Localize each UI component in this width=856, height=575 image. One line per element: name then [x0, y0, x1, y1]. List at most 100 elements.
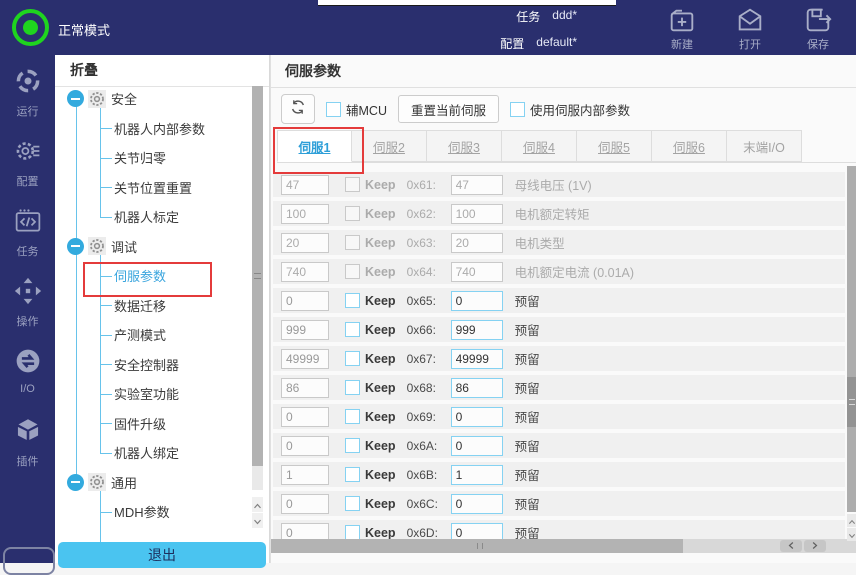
tree-child-row[interactable]: 机器人内部参数	[55, 114, 251, 144]
sidebar-item-run[interactable]: 运行	[0, 67, 55, 137]
tree-child-row[interactable]: 机器人标定	[55, 202, 251, 232]
keep-checkbox[interactable]	[345, 467, 360, 482]
param-value-input-left[interactable]	[281, 436, 329, 456]
tree-child-row[interactable]: 数据迁移	[55, 291, 251, 321]
param-value-input-right[interactable]	[451, 204, 503, 224]
keep-checkbox[interactable]	[345, 177, 360, 192]
param-value-input-left[interactable]	[281, 291, 329, 311]
param-value-input-right[interactable]	[451, 465, 503, 485]
param-value-input-left[interactable]	[281, 175, 329, 195]
tree-child-row[interactable]: 安全控制器	[55, 350, 251, 380]
tab-6[interactable]: 伺服6	[652, 130, 727, 162]
param-value-input-right[interactable]	[451, 407, 503, 427]
tree-child-row[interactable]: 伺服参数	[55, 261, 251, 291]
scroll-down-button[interactable]	[847, 528, 856, 541]
param-value-input-left[interactable]	[281, 320, 329, 340]
param-value-input-left[interactable]	[281, 233, 329, 253]
tree-child-row[interactable]: MDH参数	[55, 497, 251, 527]
param-value-input-left[interactable]	[281, 407, 329, 427]
param-value-input-right[interactable]	[451, 320, 503, 340]
collapse-minus-icon[interactable]	[67, 238, 84, 255]
aux-mcu-checkbox[interactable]	[326, 102, 341, 117]
keep-checkbox[interactable]	[345, 264, 360, 279]
param-value-input-right[interactable]	[451, 436, 503, 456]
keep-checkbox[interactable]	[345, 322, 360, 337]
keep-checkbox[interactable]	[345, 525, 360, 540]
keep-checkbox[interactable]	[345, 496, 360, 511]
vertical-scrollbar-thumb[interactable]	[847, 377, 856, 427]
tree-group-row[interactable]: 通用	[55, 468, 251, 498]
tab-5[interactable]: 伺服5	[577, 130, 652, 162]
scroll-down-button[interactable]	[252, 513, 263, 528]
tree-group-row[interactable]: 调试	[55, 232, 251, 262]
keep-checkbox[interactable]	[345, 438, 360, 453]
tree-child-row[interactable]: 固件升级	[55, 409, 251, 439]
param-value-input-right[interactable]	[451, 233, 503, 253]
tab-2[interactable]: 伺服2	[352, 130, 427, 162]
reset-servo-button[interactable]: 重置当前伺服	[398, 95, 499, 123]
tab-7[interactable]: 末端I/O	[727, 130, 802, 162]
scroll-left-button[interactable]	[780, 540, 802, 552]
horizontal-scrollbar[interactable]	[271, 539, 856, 553]
tree-item-label: 机器人绑定	[114, 443, 179, 462]
use-internal-checkbox[interactable]	[510, 102, 525, 117]
keep-checkbox[interactable]	[345, 235, 360, 250]
keep-checkbox[interactable]	[345, 409, 360, 424]
tree-scrollbar[interactable]	[252, 86, 263, 490]
tree-collapse-header[interactable]: 折叠	[55, 55, 269, 87]
tab-4[interactable]: 伺服4	[502, 130, 577, 162]
sidebar-item-label: 操作	[17, 313, 39, 329]
tree-child-row[interactable]: 产测模式	[55, 320, 251, 350]
sidebar-item-config[interactable]: 配置	[0, 137, 55, 207]
param-value-input-right[interactable]	[451, 378, 503, 398]
param-value-input-left[interactable]	[281, 349, 329, 369]
sidebar-item-task[interactable]: 任务	[0, 207, 55, 277]
save-button[interactable]: 保存	[790, 5, 846, 52]
sidebar-bottom-button[interactable]	[3, 547, 55, 575]
param-value-input-left[interactable]	[281, 465, 329, 485]
keep-checkbox[interactable]	[345, 380, 360, 395]
sidebar-item-plugin[interactable]: 插件	[0, 417, 55, 487]
exit-button[interactable]: 退出	[58, 542, 266, 568]
param-value-input-left[interactable]	[281, 204, 329, 224]
param-row: Keep0x64:电机额定电流 (0.01A)	[273, 259, 845, 284]
open-button[interactable]: 打开	[722, 5, 778, 52]
scroll-up-button[interactable]	[252, 497, 263, 512]
tree-child-row[interactable]: 关节位置重置	[55, 173, 251, 203]
scroll-right-button[interactable]	[804, 540, 826, 552]
tree-item-label: MDH参数	[114, 502, 170, 521]
keep-label: Keep	[365, 294, 396, 308]
tab-1[interactable]: 伺服1	[277, 130, 352, 162]
param-value-input-right[interactable]	[451, 262, 503, 282]
keep-checkbox[interactable]	[345, 351, 360, 366]
param-value-input-left[interactable]	[281, 494, 329, 514]
param-value-input-right[interactable]	[451, 291, 503, 311]
task-label: 任务	[516, 8, 540, 25]
new-button[interactable]: 新建	[654, 5, 710, 52]
param-value-input-right[interactable]	[451, 349, 503, 369]
collapse-minus-icon[interactable]	[67, 474, 84, 491]
tree-child-row[interactable]: 实验室功能	[55, 379, 251, 409]
tree-child-row[interactable]: 关节归零	[55, 143, 251, 173]
tree-scrollbar-thumb[interactable]	[252, 86, 263, 466]
top-edge-popup-remnant	[318, 0, 616, 6]
tab-3[interactable]: 伺服3	[427, 130, 502, 162]
param-value-input-left[interactable]	[281, 262, 329, 282]
keep-checkbox[interactable]	[345, 293, 360, 308]
tree-item-label: 固件升级	[114, 414, 166, 433]
horizontal-scrollbar-thumb[interactable]	[271, 539, 683, 553]
vertical-scrollbar[interactable]	[847, 166, 856, 512]
keep-checkbox[interactable]	[345, 206, 360, 221]
sidebar-item-operate[interactable]: 操作	[0, 277, 55, 347]
collapse-minus-icon[interactable]	[67, 90, 84, 107]
sidebar-item-io[interactable]: I/O	[0, 347, 55, 417]
tree-child-row[interactable]: 机器人绑定	[55, 438, 251, 468]
param-row: Keep0x62:电机额定转矩	[273, 201, 845, 226]
param-value-input-left[interactable]	[281, 378, 329, 398]
refresh-button[interactable]	[281, 94, 315, 124]
param-value-input-right[interactable]	[451, 494, 503, 514]
tree-group-row[interactable]: 安全	[55, 84, 251, 114]
param-row: Keep0x6A:预留	[273, 433, 845, 458]
use-internal-label: 使用伺服内部参数	[530, 100, 630, 119]
param-value-input-right[interactable]	[451, 175, 503, 195]
